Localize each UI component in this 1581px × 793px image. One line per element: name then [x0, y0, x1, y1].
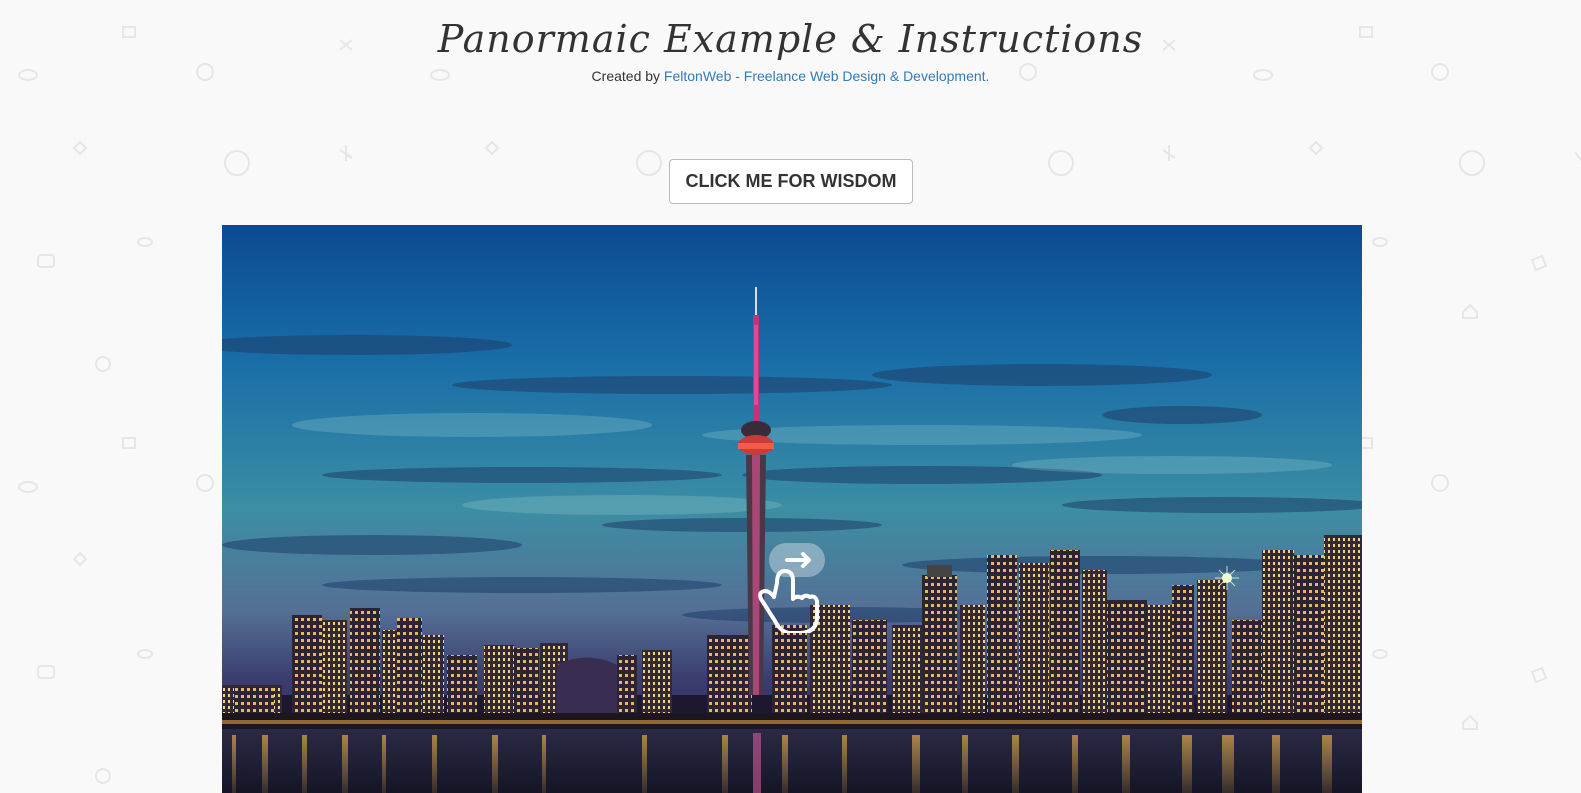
page-title: Panormaic Example & Instructions [437, 17, 1144, 61]
credit-line: Created by FeltonWeb - Freelance Web Des… [0, 68, 1581, 84]
click-for-wisdom-button[interactable]: CLICK ME FOR WISDOM [669, 159, 913, 204]
feltonweb-link[interactable]: FeltonWeb - Freelance Web Design & Devel… [664, 68, 990, 84]
panorama-image [222, 225, 1362, 793]
panorama-viewer[interactable] [222, 225, 1362, 793]
swipe-hand-icon [758, 543, 825, 633]
page-header: Panormaic Example & Instructions Created… [0, 14, 1581, 84]
credit-prefix: Created by [591, 68, 664, 84]
page: Panormaic Example & Instructions Created… [0, 0, 1581, 793]
